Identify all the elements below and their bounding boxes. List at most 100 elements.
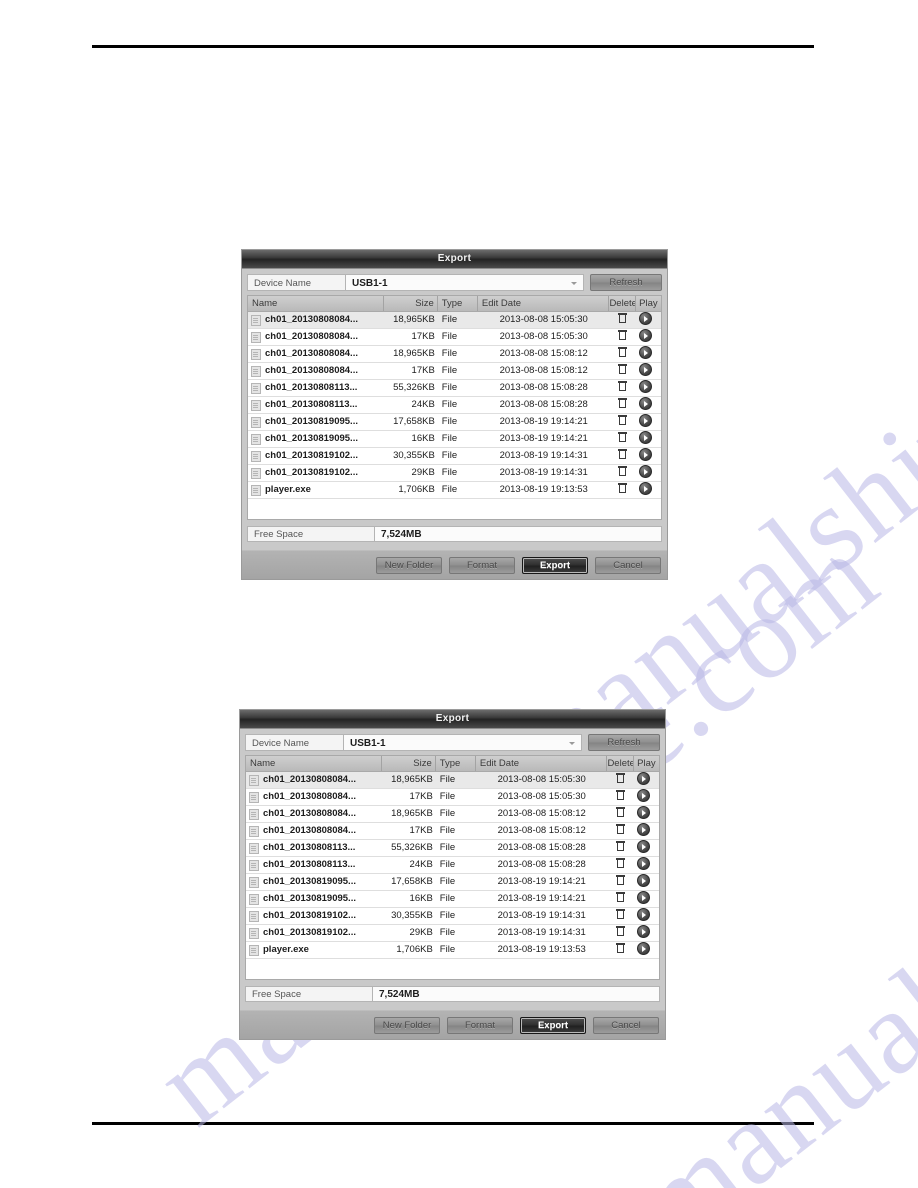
- play-row-button[interactable]: [636, 363, 661, 379]
- play-row-button[interactable]: [636, 482, 661, 498]
- delete-row-button[interactable]: [607, 789, 634, 805]
- table-row[interactable]: ch01_20130808084... 18,965KB File 2013-08-0…: [248, 312, 661, 329]
- column-header-type[interactable]: Type: [436, 756, 476, 771]
- delete-row-button[interactable]: [609, 363, 636, 379]
- play-row-button[interactable]: [636, 380, 661, 396]
- table-row[interactable]: ch01_20130819095... 17,658KB File 2013-08-1…: [246, 874, 659, 891]
- delete-row-button[interactable]: [607, 925, 634, 941]
- play-row-button[interactable]: [634, 789, 659, 805]
- column-header-size[interactable]: Size: [384, 296, 438, 311]
- new-folder-button[interactable]: New Folder: [376, 556, 442, 574]
- play-row-button[interactable]: [634, 908, 659, 924]
- delete-row-button[interactable]: [609, 397, 636, 413]
- delete-row-button[interactable]: [607, 772, 634, 788]
- cell-edit-date: 2013-08-08 15:08:12: [497, 825, 586, 836]
- play-row-button[interactable]: [636, 397, 661, 413]
- column-header-edit-date[interactable]: Edit Date: [476, 756, 608, 771]
- table-row[interactable]: ch01_20130808084... 18,965KB File 2013-08-0…: [248, 346, 661, 363]
- play-row-button[interactable]: [634, 874, 659, 890]
- cell-type: File: [441, 450, 458, 461]
- table-row[interactable]: ch01_20130808084... 17KB File 2013-08-08 15…: [248, 329, 661, 346]
- device-name-select[interactable]: USB1-1: [343, 733, 582, 751]
- table-row[interactable]: ch01_20130808084... 17KB File 2013-08-08 15…: [246, 823, 659, 840]
- table-row[interactable]: ch01_20130819095... 16KB File 2013-08-19 19…: [246, 891, 659, 908]
- table-row[interactable]: ch01_20130808084... 18,965KB File 2013-08-0…: [246, 772, 659, 789]
- delete-row-button[interactable]: [607, 823, 634, 839]
- play-row-button[interactable]: [634, 840, 659, 856]
- table-row[interactable]: ch01_20130808084... 17KB File 2013-08-08 15…: [248, 363, 661, 380]
- refresh-button[interactable]: Refresh: [588, 733, 660, 751]
- table-row[interactable]: ch01_20130808113... 24KB File 2013-08-08 15…: [248, 397, 661, 414]
- play-row-button[interactable]: [634, 857, 659, 873]
- play-row-button[interactable]: [636, 329, 661, 345]
- play-circle-icon: [637, 908, 651, 921]
- cell-size: 17,658KB: [393, 416, 435, 427]
- cancel-button[interactable]: Cancel: [593, 1016, 659, 1034]
- export-button[interactable]: Export: [520, 1016, 586, 1034]
- play-row-button[interactable]: [634, 772, 659, 788]
- table-row[interactable]: ch01_20130808084... 17KB File 2013-08-08 15…: [246, 789, 659, 806]
- delete-row-button[interactable]: [609, 346, 636, 362]
- play-row-button[interactable]: [634, 823, 659, 839]
- play-row-button[interactable]: [636, 414, 661, 430]
- delete-row-button[interactable]: [607, 857, 634, 873]
- delete-row-button[interactable]: [609, 431, 636, 447]
- format-button[interactable]: Format: [449, 556, 515, 574]
- play-row-button[interactable]: [636, 312, 661, 328]
- play-row-button[interactable]: [636, 346, 661, 362]
- delete-row-button[interactable]: [609, 465, 636, 481]
- delete-row-button[interactable]: [609, 414, 636, 430]
- cell-type: File: [439, 791, 456, 802]
- file-icon: [251, 314, 261, 326]
- column-header-edit-date[interactable]: Edit Date: [478, 296, 610, 311]
- play-circle-icon: [637, 772, 651, 785]
- table-row[interactable]: ch01_20130819102... 30,355KB File 2013-08-1…: [246, 908, 659, 925]
- column-header-type[interactable]: Type: [438, 296, 478, 311]
- delete-row-button[interactable]: [607, 806, 634, 822]
- table-row[interactable]: ch01_20130808084... 18,965KB File 2013-08-0…: [246, 806, 659, 823]
- table-row[interactable]: ch01_20130819102... 29KB File 2013-08-19 19…: [248, 465, 661, 482]
- column-header-name[interactable]: Name: [248, 296, 385, 311]
- play-row-button[interactable]: [636, 465, 661, 481]
- delete-row-button[interactable]: [607, 942, 634, 958]
- cancel-button[interactable]: Cancel: [595, 556, 661, 574]
- free-space-label: Free Space: [247, 525, 374, 542]
- table-row[interactable]: ch01_20130819095... 17,658KB File 2013-08-1…: [248, 414, 661, 431]
- column-header-size[interactable]: Size: [382, 756, 436, 771]
- play-row-button[interactable]: [634, 942, 659, 958]
- table-row[interactable]: ch01_20130819095... 16KB File 2013-08-19 19…: [248, 431, 661, 448]
- delete-row-button[interactable]: [609, 312, 636, 328]
- delete-row-button[interactable]: [607, 840, 634, 856]
- delete-row-button[interactable]: [609, 329, 636, 345]
- device-name-select[interactable]: USB1-1: [345, 273, 584, 291]
- table-row[interactable]: ch01_20130808113... 55,326KB File 2013-08-0…: [246, 840, 659, 857]
- cell-type: File: [439, 910, 456, 921]
- table-row[interactable]: ch01_20130819102... 29KB File 2013-08-19 19…: [246, 925, 659, 942]
- table-row[interactable]: ch01_20130808113... 24KB File 2013-08-08 15…: [246, 857, 659, 874]
- export-button[interactable]: Export: [522, 556, 588, 574]
- refresh-button[interactable]: Refresh: [590, 273, 662, 291]
- delete-row-button[interactable]: [609, 380, 636, 396]
- delete-row-button[interactable]: [607, 874, 634, 890]
- play-row-button[interactable]: [636, 448, 661, 464]
- format-button[interactable]: Format: [447, 1016, 513, 1034]
- new-folder-button[interactable]: New Folder: [374, 1016, 440, 1034]
- delete-row-button[interactable]: [609, 482, 636, 498]
- cell-size: 30,355KB: [393, 450, 435, 461]
- play-row-button[interactable]: [634, 925, 659, 941]
- column-header-name[interactable]: Name: [246, 756, 383, 771]
- delete-row-button[interactable]: [607, 891, 634, 907]
- table-row[interactable]: player.exe 1,706KB File 2013-08-19 19:13:53: [248, 482, 661, 499]
- play-row-button[interactable]: [636, 431, 661, 447]
- dialog-body: Device Name USB1-1 Refresh Name Size Typ…: [240, 729, 665, 1039]
- table-row[interactable]: player.exe 1,706KB File 2013-08-19 19:13:53: [246, 942, 659, 959]
- device-name-value: USB1-1: [352, 277, 388, 289]
- play-row-button[interactable]: [634, 891, 659, 907]
- table-row[interactable]: ch01_20130819102... 30,355KB File 2013-08-1…: [248, 448, 661, 465]
- play-row-button[interactable]: [634, 806, 659, 822]
- delete-row-button[interactable]: [607, 908, 634, 924]
- table-row[interactable]: ch01_20130808113... 55,326KB File 2013-08-0…: [248, 380, 661, 397]
- delete-row-button[interactable]: [609, 448, 636, 464]
- table-empty-area: [246, 959, 659, 979]
- cell-name: ch01_20130808084...: [246, 772, 382, 788]
